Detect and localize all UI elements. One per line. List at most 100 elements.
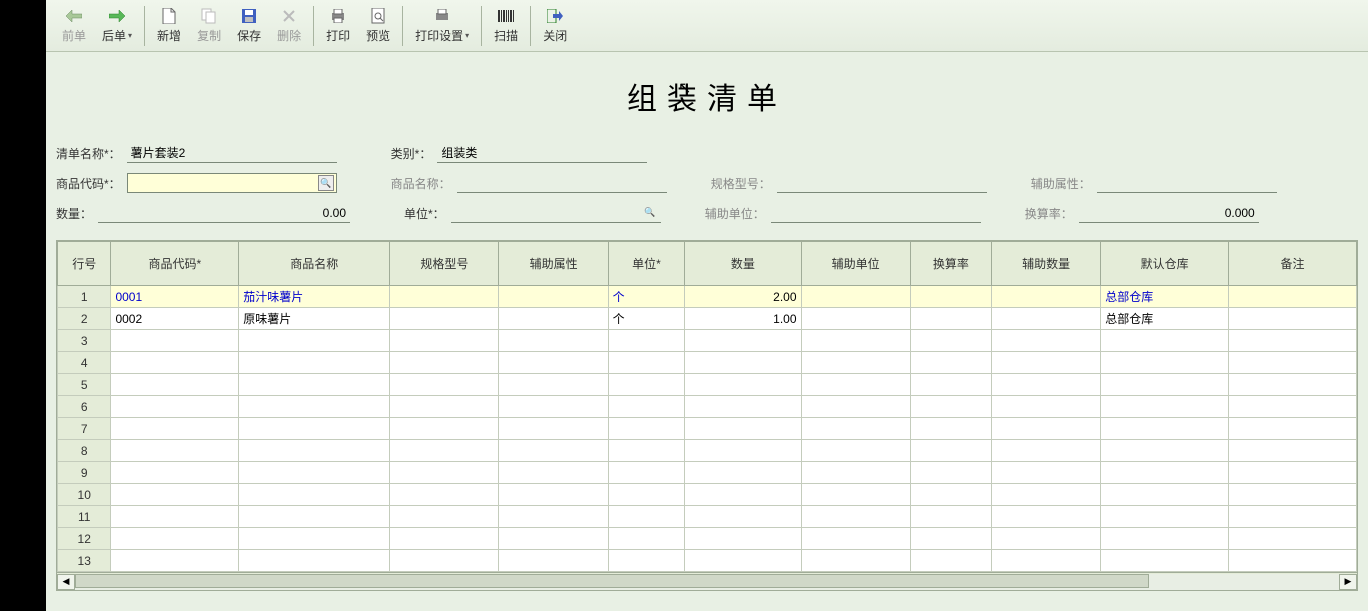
table-cell[interactable]: 总部仓库 bbox=[1101, 308, 1229, 330]
col-name[interactable]: 商品名称 bbox=[239, 242, 390, 286]
table-cell[interactable] bbox=[801, 506, 910, 528]
table-cell[interactable] bbox=[992, 462, 1101, 484]
table-row[interactable]: 4 bbox=[58, 352, 1357, 374]
table-cell[interactable] bbox=[499, 330, 608, 352]
table-row[interactable]: 20002原味薯片个1.00总部仓库 bbox=[58, 308, 1357, 330]
table-cell[interactable] bbox=[685, 462, 801, 484]
table-cell[interactable] bbox=[801, 308, 910, 330]
col-aux-qty[interactable]: 辅助数量 bbox=[992, 242, 1101, 286]
next-button[interactable]: 后单▾ bbox=[94, 4, 140, 48]
table-cell[interactable]: 2 bbox=[58, 308, 111, 330]
table-cell[interactable] bbox=[499, 484, 608, 506]
table-cell[interactable] bbox=[910, 462, 991, 484]
table-cell[interactable] bbox=[1229, 352, 1357, 374]
table-cell[interactable] bbox=[499, 286, 608, 308]
save-button[interactable]: 保存 bbox=[229, 4, 269, 48]
table-cell[interactable] bbox=[801, 286, 910, 308]
table-cell[interactable] bbox=[390, 484, 499, 506]
table-cell[interactable] bbox=[239, 506, 390, 528]
table-cell[interactable] bbox=[992, 286, 1101, 308]
col-aux-unit[interactable]: 辅助单位 bbox=[801, 242, 910, 286]
scan-button[interactable]: 扫描 bbox=[486, 4, 526, 48]
table-row[interactable]: 3 bbox=[58, 330, 1357, 352]
table-row[interactable]: 9 bbox=[58, 462, 1357, 484]
table-cell[interactable] bbox=[111, 506, 239, 528]
table-cell[interactable] bbox=[801, 440, 910, 462]
table-cell[interactable] bbox=[111, 374, 239, 396]
table-cell[interactable] bbox=[390, 462, 499, 484]
table-cell[interactable] bbox=[992, 396, 1101, 418]
table-cell[interactable] bbox=[608, 550, 685, 572]
table-cell[interactable] bbox=[239, 440, 390, 462]
table-cell[interactable] bbox=[390, 374, 499, 396]
table-cell[interactable] bbox=[608, 506, 685, 528]
table-cell[interactable] bbox=[992, 352, 1101, 374]
table-cell[interactable] bbox=[111, 330, 239, 352]
table-cell[interactable] bbox=[1229, 418, 1357, 440]
table-cell[interactable] bbox=[1229, 396, 1357, 418]
table-cell[interactable] bbox=[390, 308, 499, 330]
table-row[interactable]: 10001茄汁味薯片个2.00总部仓库 bbox=[58, 286, 1357, 308]
table-cell[interactable] bbox=[239, 374, 390, 396]
table-row[interactable]: 7 bbox=[58, 418, 1357, 440]
table-cell[interactable] bbox=[239, 462, 390, 484]
preview-button[interactable]: 预览 bbox=[358, 4, 398, 48]
table-cell[interactable] bbox=[608, 462, 685, 484]
col-rate[interactable]: 换算率 bbox=[910, 242, 991, 286]
table-cell[interactable] bbox=[910, 528, 991, 550]
qty-field[interactable]: 0.00 bbox=[98, 203, 350, 223]
table-cell[interactable]: 0002 bbox=[111, 308, 239, 330]
table-cell[interactable] bbox=[111, 550, 239, 572]
table-cell[interactable] bbox=[801, 352, 910, 374]
table-cell[interactable] bbox=[499, 528, 608, 550]
table-cell[interactable] bbox=[992, 440, 1101, 462]
table-row[interactable]: 8 bbox=[58, 440, 1357, 462]
table-cell[interactable] bbox=[1229, 528, 1357, 550]
table-cell[interactable] bbox=[685, 550, 801, 572]
table-cell[interactable] bbox=[499, 506, 608, 528]
table-cell[interactable] bbox=[390, 352, 499, 374]
lookup-icon[interactable]: 🔍 bbox=[643, 206, 657, 220]
table-cell[interactable] bbox=[499, 462, 608, 484]
table-cell[interactable] bbox=[685, 352, 801, 374]
table-cell[interactable] bbox=[1101, 440, 1229, 462]
list-name-field[interactable]: 薯片套装2 bbox=[127, 143, 337, 163]
table-cell[interactable] bbox=[910, 374, 991, 396]
col-qty[interactable]: 数量 bbox=[685, 242, 801, 286]
table-cell[interactable] bbox=[390, 506, 499, 528]
table-cell[interactable] bbox=[608, 330, 685, 352]
table-cell[interactable] bbox=[1229, 308, 1357, 330]
table-cell[interactable] bbox=[992, 330, 1101, 352]
table-cell[interactable]: 个 bbox=[608, 308, 685, 330]
product-code-field[interactable]: 🔍 bbox=[127, 173, 337, 193]
table-cell[interactable] bbox=[499, 308, 608, 330]
table-cell[interactable] bbox=[1101, 462, 1229, 484]
table-cell[interactable] bbox=[499, 352, 608, 374]
table-row[interactable]: 5 bbox=[58, 374, 1357, 396]
table-cell[interactable] bbox=[239, 528, 390, 550]
table-cell[interactable]: 个 bbox=[608, 286, 685, 308]
table-cell[interactable]: 8 bbox=[58, 440, 111, 462]
table-cell[interactable] bbox=[910, 484, 991, 506]
table-row[interactable]: 11 bbox=[58, 506, 1357, 528]
table-cell[interactable] bbox=[910, 550, 991, 572]
table-cell[interactable] bbox=[499, 396, 608, 418]
table-cell[interactable] bbox=[239, 330, 390, 352]
scroll-right-button[interactable]: ▶ bbox=[1339, 574, 1357, 590]
table-row[interactable]: 13 bbox=[58, 550, 1357, 572]
table-cell[interactable] bbox=[608, 352, 685, 374]
col-remark[interactable]: 备注 bbox=[1229, 242, 1357, 286]
table-cell[interactable] bbox=[910, 352, 991, 374]
copy-button[interactable]: 复制 bbox=[189, 4, 229, 48]
table-cell[interactable] bbox=[390, 440, 499, 462]
table-cell[interactable] bbox=[992, 374, 1101, 396]
table-cell[interactable]: 12 bbox=[58, 528, 111, 550]
category-field[interactable]: 组装类 bbox=[437, 143, 647, 163]
table-cell[interactable] bbox=[390, 550, 499, 572]
table-cell[interactable] bbox=[1101, 550, 1229, 572]
table-cell[interactable] bbox=[390, 396, 499, 418]
table-cell[interactable] bbox=[390, 330, 499, 352]
table-cell[interactable]: 4 bbox=[58, 352, 111, 374]
table-cell[interactable]: 11 bbox=[58, 506, 111, 528]
table-cell[interactable]: 5 bbox=[58, 374, 111, 396]
